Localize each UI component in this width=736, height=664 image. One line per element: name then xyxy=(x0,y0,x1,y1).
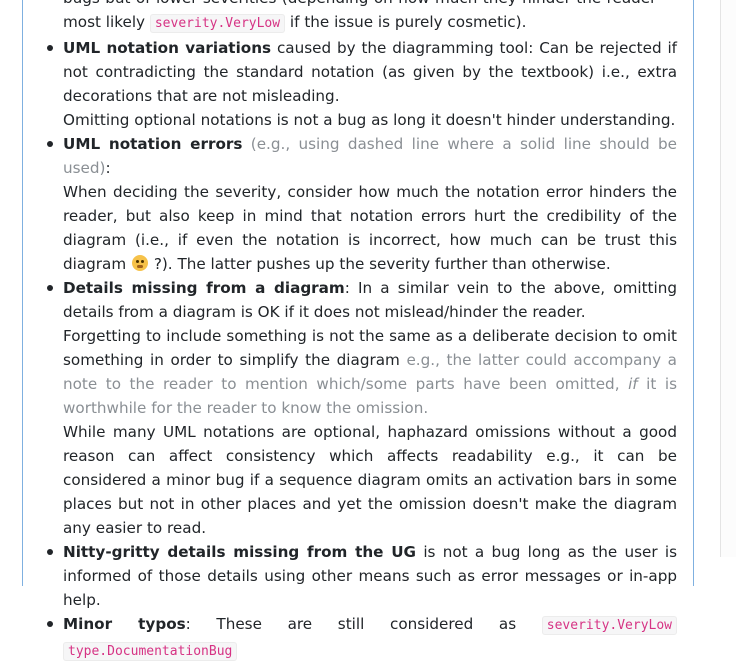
list-item: Details missing from a diagram: In a sim… xyxy=(47,276,677,540)
item-paragraph: Forgetting to include something is not t… xyxy=(63,324,677,420)
list-item: bugs but of lower severities (depending … xyxy=(63,0,677,36)
type-code: type.DocumentationBug xyxy=(63,642,238,661)
text-segment: ?). The latter pushes up the severity fu… xyxy=(153,255,611,273)
list-item: Minor typos: These are still considered … xyxy=(47,612,678,664)
bug-guidelines-list: bugs but of lower severities (depending … xyxy=(47,0,678,664)
item-paragraph: Omitting optional notations is not a bug… xyxy=(63,111,676,129)
article-content: bugs but of lower severities (depending … xyxy=(47,0,678,664)
item-title: Details missing from a diagram xyxy=(63,279,345,297)
text-segment: : These are still considered as xyxy=(185,615,517,633)
text-segment: if the issue is purely cosmetic). xyxy=(289,13,527,31)
item-title: UML notation errors xyxy=(63,135,243,153)
item-title: Minor typos xyxy=(63,615,186,633)
scrollbar[interactable] xyxy=(720,0,736,557)
list-item: UML notation variations caused by the di… xyxy=(47,36,677,132)
list-item: Nitty-gritty details missing from the UG… xyxy=(47,540,677,612)
severity-code: severity.VeryLow xyxy=(149,14,286,33)
item-paragraph: While many UML notations are optional, h… xyxy=(63,423,677,537)
text-segment: : xyxy=(105,159,111,177)
item-title: Nitty-gritty details missing from the UG xyxy=(63,543,417,561)
item-title: UML notation variations xyxy=(63,39,272,57)
thinking-face-icon xyxy=(131,255,148,271)
emphasis: if xyxy=(628,375,638,393)
list-item: UML notation errors (e.g., using dashed … xyxy=(47,132,677,276)
item-paragraph: When deciding the severity, consider how… xyxy=(63,180,677,276)
severity-code: severity.VeryLow xyxy=(541,616,678,635)
